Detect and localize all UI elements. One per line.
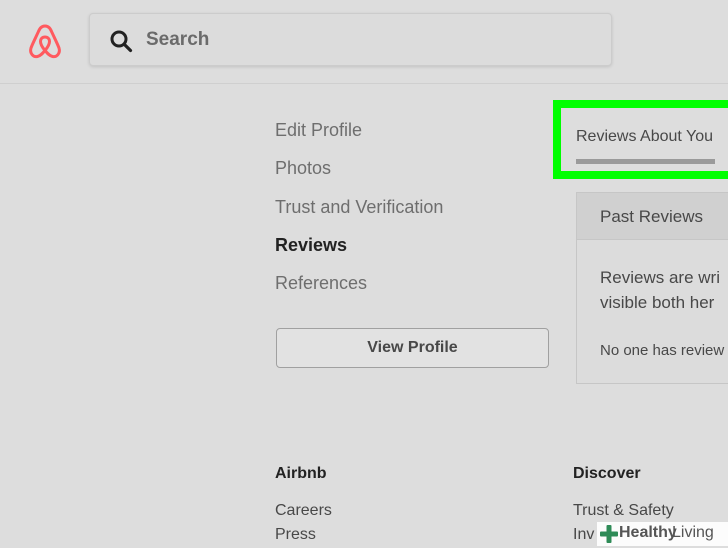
card-header: Past Reviews — [577, 193, 728, 240]
nav-item-reviews[interactable]: Reviews — [275, 233, 443, 271]
plus-cross-icon — [600, 525, 618, 543]
active-tab-underline — [576, 159, 715, 164]
card-description: Reviews are wri visible both her — [600, 265, 728, 315]
search-input[interactable] — [146, 22, 586, 58]
footer-title-airbnb: Airbnb — [275, 465, 327, 482]
footer-link-press[interactable]: Press — [275, 524, 332, 548]
footer-link-careers[interactable]: Careers — [275, 500, 332, 524]
footer-link-trust-safety[interactable]: Trust & Safety — [573, 500, 674, 524]
nav-item-trust-verification[interactable]: Trust and Verification — [275, 195, 443, 233]
card-description-line-2: visible both her — [600, 293, 715, 312]
past-reviews-card: Past Reviews Reviews are wri visible bot… — [576, 192, 728, 384]
card-title: Past Reviews — [600, 207, 703, 226]
footer-column-airbnb: Airbnb Careers Press — [275, 464, 332, 548]
search-icon — [110, 30, 133, 53]
nav-item-edit-profile[interactable]: Edit Profile — [275, 118, 443, 156]
watermark-text-healthy: Healthy — [619, 524, 677, 541]
airbnb-logo-icon[interactable] — [26, 22, 64, 60]
tab-reviews-about-you[interactable]: Reviews About You — [576, 128, 713, 146]
nav-item-references[interactable]: References — [275, 271, 443, 309]
nav-item-photos[interactable]: Photos — [275, 156, 443, 194]
watermark-text-living: Living — [672, 524, 714, 541]
footer-title-discover: Discover — [573, 465, 641, 482]
top-header — [0, 0, 728, 84]
profile-side-nav: Edit Profile Photos Trust and Verificati… — [275, 118, 443, 309]
card-description-line-1: Reviews are wri — [600, 268, 720, 287]
view-profile-button[interactable]: View Profile — [276, 328, 549, 368]
empty-reviews-text: No one has review — [600, 342, 725, 359]
watermark: Healthy Living — [597, 522, 728, 546]
search-bar[interactable] — [89, 13, 612, 66]
